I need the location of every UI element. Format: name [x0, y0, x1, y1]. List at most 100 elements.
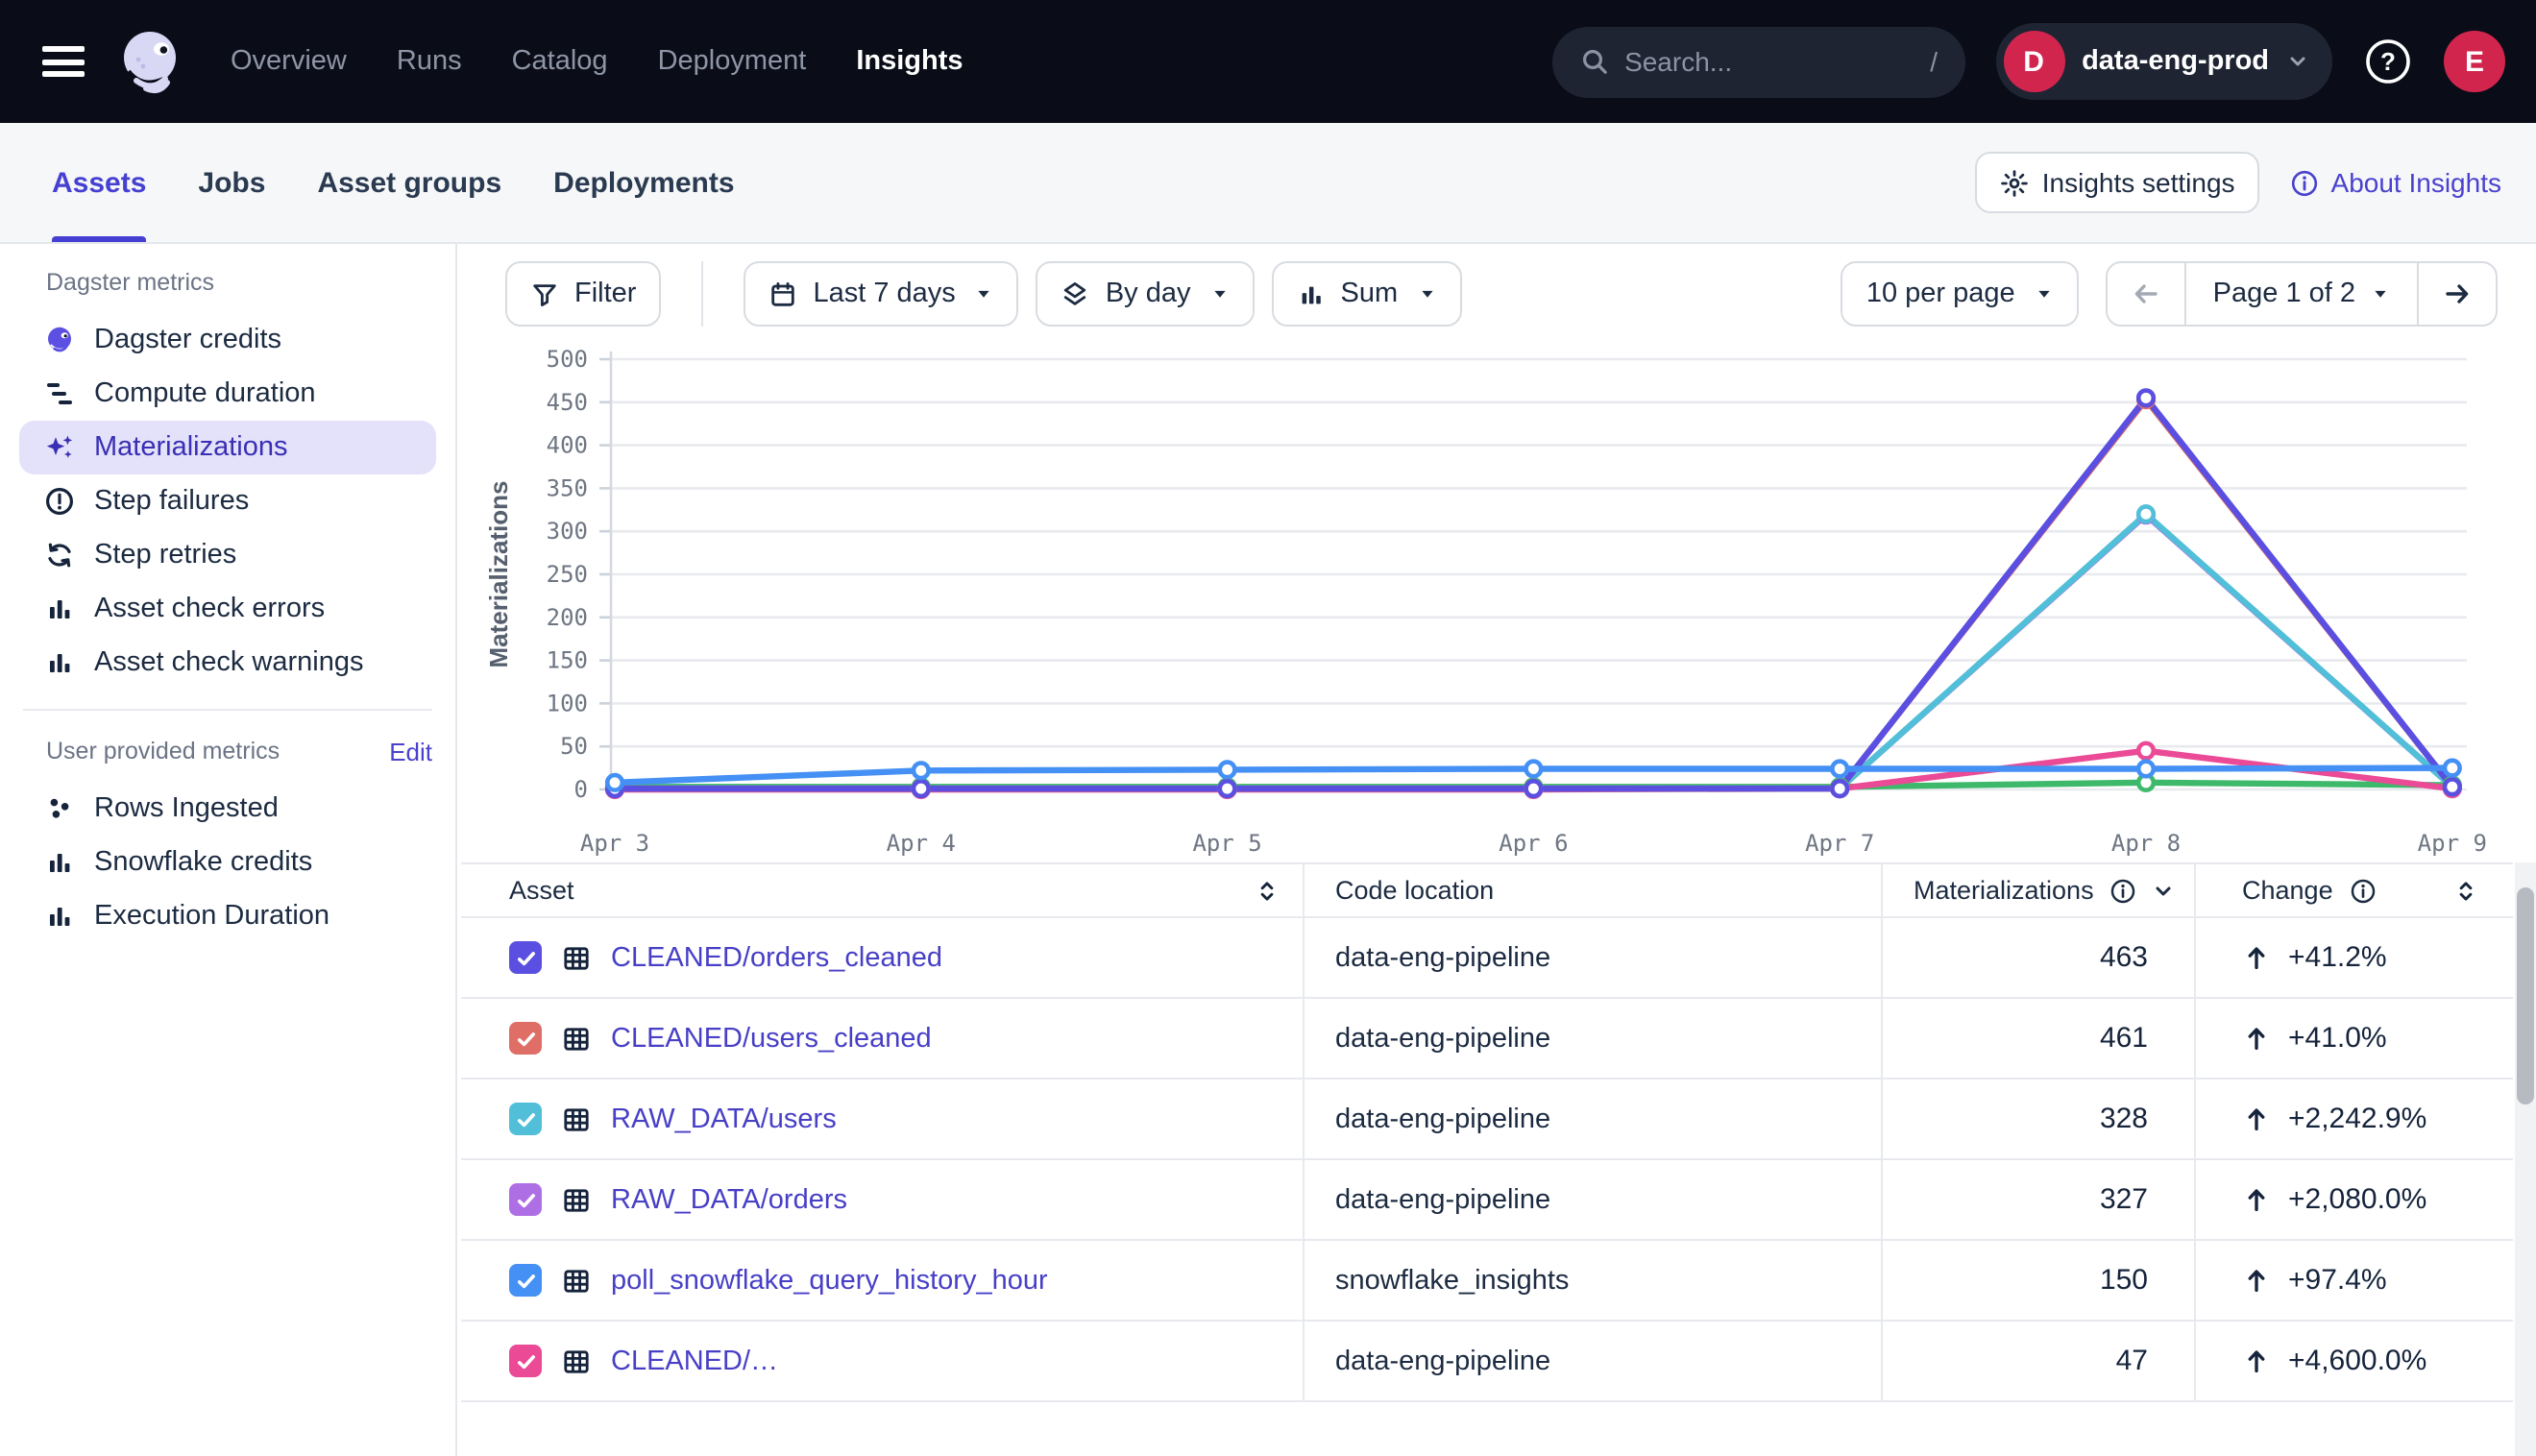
table-scrollbar[interactable] [2515, 862, 2536, 1456]
asset-link[interactable]: CLEANED/… [611, 1346, 778, 1376]
scrollbar-thumb[interactable] [2517, 887, 2534, 1104]
asset-checkbox[interactable] [509, 1022, 542, 1055]
asset-checkbox[interactable] [509, 1183, 542, 1216]
change-value: +97.4% [2288, 1264, 2387, 1297]
tab-deployments[interactable]: Deployments [553, 123, 734, 242]
chart-point[interactable] [1220, 763, 1235, 778]
date-range-dropdown[interactable]: Last 7 days [744, 261, 1018, 327]
materializations-value: 463 [2100, 941, 2148, 974]
sort-icon[interactable] [1255, 877, 1280, 904]
chevron-down-icon[interactable] [2152, 879, 2175, 902]
svg-text:Materializations: Materializations [484, 480, 513, 667]
chart-point[interactable] [2445, 780, 2460, 795]
sidebar-item-compute-duration[interactable]: Compute duration [19, 367, 436, 421]
sidebar-item-snowflake-credits[interactable]: Snowflake credits [19, 836, 436, 889]
svg-text:Apr 5: Apr 5 [1192, 830, 1261, 857]
nav-runs[interactable]: Runs [397, 46, 462, 77]
asset-link[interactable]: CLEANED/users_cleaned [611, 1023, 932, 1054]
sidebar-item-execution-duration[interactable]: Execution Duration [19, 889, 436, 943]
sort-icon[interactable] [2453, 877, 2478, 904]
aggregation-dropdown[interactable]: Sum [1272, 261, 1462, 327]
user-metrics-title: User provided metrics [46, 738, 280, 764]
table-asset-icon [561, 1104, 592, 1134]
arrow-right-icon [2442, 279, 2473, 309]
svg-text:?: ? [2380, 47, 2396, 76]
sidebar-item-step-failures[interactable]: Step failures [19, 474, 436, 528]
prev-page-button[interactable] [2108, 263, 2184, 325]
chart-point[interactable] [2138, 506, 2154, 522]
check-icon [514, 946, 537, 969]
insights-settings-button[interactable]: Insights settings [1975, 152, 2260, 213]
asset-link[interactable]: RAW_DATA/orders [611, 1184, 847, 1215]
check-icon [514, 1188, 537, 1211]
dagster-octopus-icon [44, 325, 75, 355]
tab-assets[interactable]: Assets [52, 123, 146, 242]
caret-down-icon [975, 284, 994, 303]
asset-checkbox[interactable] [509, 941, 542, 974]
asset-link[interactable]: CLEANED/orders_cleaned [611, 942, 942, 973]
menu-icon[interactable] [42, 46, 85, 77]
chart-point[interactable] [607, 775, 622, 790]
table-asset-icon [561, 942, 592, 973]
date-range-label: Last 7 days [813, 279, 955, 309]
chart-point[interactable] [1526, 762, 1542, 777]
asset-link[interactable]: RAW_DATA/users [611, 1104, 837, 1134]
chart-point[interactable] [2138, 743, 2154, 759]
chart-point[interactable] [1220, 781, 1235, 796]
layers-icon [1061, 279, 1090, 308]
user-avatar[interactable]: E [2444, 31, 2505, 92]
nav-overview[interactable]: Overview [231, 46, 347, 77]
chart-point[interactable] [2138, 762, 2154, 777]
code-location-value: data-eng-pipeline [1335, 942, 1550, 973]
granularity-label: By day [1106, 279, 1191, 309]
chart-point[interactable] [914, 763, 929, 778]
sidebar-item-label: Asset check errors [94, 594, 325, 624]
help-icon[interactable]: ? [2363, 36, 2413, 86]
dagster-insights-app: Overview Runs Catalog Deployment Insight… [0, 0, 2536, 1456]
dagster-logo-icon[interactable] [115, 25, 188, 98]
dots-cluster-icon [44, 793, 75, 824]
chart-point[interactable] [914, 781, 929, 796]
caret-down-icon [1210, 284, 1230, 303]
materializations-chart[interactable]: 050100150200250300350400450500Materializ… [457, 336, 2536, 912]
asset-checkbox[interactable] [509, 1103, 542, 1135]
per-page-dropdown[interactable]: 10 per page [1841, 261, 2079, 327]
per-page-label: 10 per page [1866, 279, 2015, 309]
sidebar-item-materializations[interactable]: Materializations [19, 421, 436, 474]
chart-point[interactable] [1832, 781, 1847, 796]
sidebar-item-asset-check-errors[interactable]: Asset check errors [19, 582, 436, 636]
granularity-dropdown[interactable]: By day [1036, 261, 1255, 327]
chart-point[interactable] [2138, 391, 2154, 406]
sidebar-item-step-retries[interactable]: Step retries [19, 528, 436, 582]
sidebar-item-rows-ingested[interactable]: Rows Ingested [19, 782, 436, 836]
page-selector-dropdown[interactable]: Page 1 of 2 [2184, 263, 2419, 325]
chart-point[interactable] [1832, 762, 1847, 777]
tab-asset-groups[interactable]: Asset groups [317, 123, 501, 242]
sidebar-item-asset-check-warnings[interactable]: Asset check warnings [19, 636, 436, 690]
asset-checkbox[interactable] [509, 1264, 542, 1297]
chart-point[interactable] [1526, 781, 1542, 796]
tab-jobs[interactable]: Jobs [198, 123, 265, 242]
asset-link[interactable]: poll_snowflake_query_history_hour [611, 1265, 1048, 1296]
table-body: CLEANED/orders_cleaned data-eng-pipeline… [461, 918, 2513, 1402]
asset-checkbox[interactable] [509, 1345, 542, 1377]
nav-catalog[interactable]: Catalog [512, 46, 608, 77]
chart-point[interactable] [2445, 761, 2460, 776]
nav-insights[interactable]: Insights [856, 46, 963, 77]
chevron-down-icon [2286, 50, 2309, 73]
edit-metrics-link[interactable]: Edit [389, 737, 432, 765]
sidebar-item-dagster-credits[interactable]: Dagster credits [19, 313, 436, 367]
arrow-up-icon [2242, 943, 2271, 972]
about-insights-link[interactable]: About Insights [2291, 167, 2501, 198]
info-icon[interactable] [2351, 877, 2378, 904]
svg-text:400: 400 [547, 432, 588, 459]
search-box[interactable]: / [1551, 26, 1964, 97]
filter-button[interactable]: Filter [505, 261, 661, 327]
search-input[interactable] [1624, 46, 1874, 77]
deployment-switcher[interactable]: D data-eng-prod [1995, 23, 2332, 100]
svg-text:Apr 8: Apr 8 [2111, 830, 2181, 857]
info-icon[interactable] [2109, 877, 2136, 904]
next-page-button[interactable] [2419, 263, 2496, 325]
nav-deployment[interactable]: Deployment [658, 46, 807, 77]
gear-icon [2000, 168, 2029, 197]
